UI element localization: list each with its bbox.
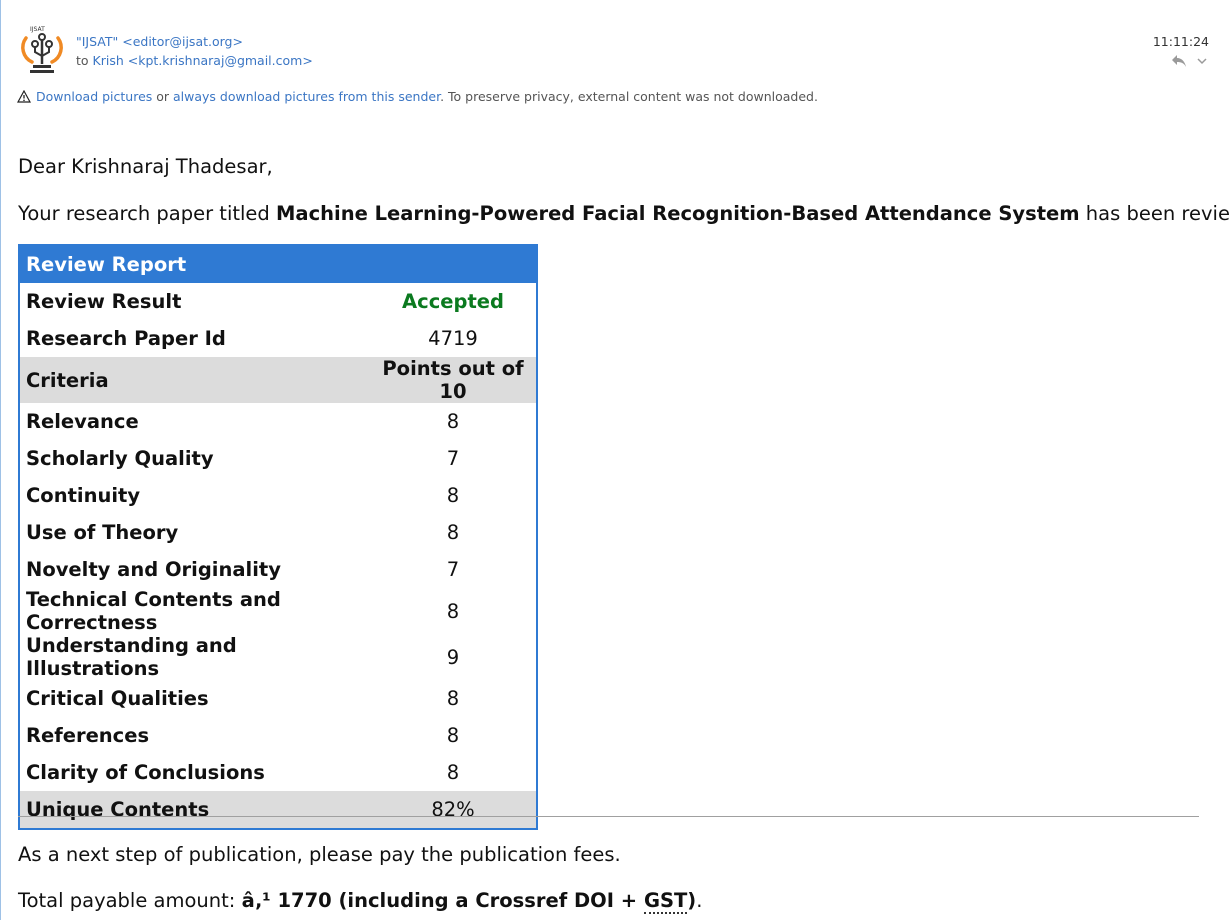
criteria-header-row: Criteria Points out of 10 <box>19 357 537 403</box>
criteria-label: Critical Qualities <box>26 687 209 710</box>
amount-text: â‚¹ 1770 (including a Crossref DOI + <box>241 889 644 912</box>
sender-block: "IJSAT" <editor@ijsat.org> to Krish <kpt… <box>76 32 313 70</box>
criteria-score: 8 <box>446 410 460 433</box>
recipient-address[interactable]: <kpt.krishnaraj@gmail.com> <box>128 53 313 68</box>
recipient-name[interactable]: Krish <box>93 53 124 68</box>
chevron-down-icon[interactable] <box>1197 57 1207 65</box>
criteria-score: 8 <box>446 599 460 623</box>
external-content-notice: Download pictures or always download pic… <box>17 89 818 104</box>
review-result-label: Review Result <box>26 290 182 313</box>
criteria-row: Relevance 8 <box>19 403 537 440</box>
report-title: Review Report <box>19 245 537 283</box>
payable-amount: â‚¹ 1770 (including a Crossref DOI + GST… <box>241 889 697 914</box>
unique-contents-value: 82% <box>370 791 537 829</box>
criteria-score: 9 <box>446 645 460 669</box>
intro-suffix: has been reviewed. <box>1085 202 1229 225</box>
message-time: 11:11:24 <box>1152 34 1209 49</box>
intro-paragraph: Your research paper titled Machine Learn… <box>18 197 1229 230</box>
notice-text: . To preserve privacy, external content … <box>440 89 818 104</box>
criteria-score: 8 <box>446 724 460 747</box>
sender-name[interactable]: "IJSAT" <editor@ijsat.org> <box>76 34 243 49</box>
criteria-label: Relevance <box>26 410 139 433</box>
criteria-score: 8 <box>446 521 460 544</box>
paper-title: Machine Learning-Powered Facial Recognit… <box>276 202 1080 225</box>
criteria-score: 8 <box>446 687 460 710</box>
criteria-label: Understanding and Illustrations <box>26 634 237 680</box>
criteria-score: 7 <box>446 447 460 470</box>
criteria-label: Technical Contents and Correctness <box>26 588 281 634</box>
criteria-label: References <box>26 724 150 747</box>
left-border <box>0 0 1 920</box>
always-download-link[interactable]: always download pictures from this sende… <box>173 89 440 104</box>
review-result-row: Review Result Accepted <box>19 283 537 320</box>
paper-id-row: Research Paper Id 4719 <box>19 320 537 357</box>
message-body: Dear Krishnaraj Thadesar, Your research … <box>18 150 1229 830</box>
criteria-row: Use of Theory 8 <box>19 514 537 551</box>
notice-or: or <box>152 89 174 104</box>
unique-contents-row: Unique Contents 82% <box>19 791 537 829</box>
to-label: to <box>76 53 89 68</box>
criteria-score: 8 <box>446 484 460 507</box>
criteria-row: Scholarly Quality 7 <box>19 440 537 477</box>
criteria-header: Criteria <box>19 357 370 403</box>
criteria-row: Technical Contents and Correctness 8 <box>19 588 537 634</box>
criteria-score: 7 <box>446 558 460 581</box>
download-pictures-link[interactable]: Download pictures <box>36 89 152 104</box>
close-paren: ) <box>687 889 697 912</box>
criteria-row: Novelty and Originality 7 <box>19 551 537 588</box>
criteria-label: Novelty and Originality <box>26 558 281 581</box>
review-report-table: Review Report Review Result Accepted Res… <box>18 244 538 830</box>
criteria-score: 8 <box>446 761 460 784</box>
criteria-row: References 8 <box>19 717 537 754</box>
recipient-line: to Krish <kpt.krishnaraj@gmail.com> <box>76 51 313 70</box>
next-step-text: As a next step of publication, please pa… <box>18 843 621 866</box>
payable-period: . <box>696 889 703 912</box>
review-result-value: Accepted <box>402 290 504 313</box>
criteria-label: Scholarly Quality <box>26 447 214 470</box>
logo-text: IJSAT <box>30 26 45 33</box>
unique-contents-label: Unique Contents <box>19 791 370 829</box>
intro-prefix: Your research paper titled <box>18 202 277 225</box>
message-header: IJSAT "IJSAT" <editor@ijsat.org> to Kris… <box>18 24 1211 84</box>
report-title-row: Review Report <box>19 245 537 283</box>
criteria-row: Critical Qualities 8 <box>19 680 537 717</box>
ijsat-logo-icon: IJSAT <box>21 26 63 73</box>
reply-icon[interactable] <box>1171 54 1187 68</box>
criteria-label: Use of Theory <box>26 521 179 544</box>
greeting: Dear Krishnaraj Thadesar, <box>18 155 273 178</box>
criteria-row: Clarity of Conclusions 8 <box>19 754 537 791</box>
paper-id-value: 4719 <box>428 327 478 350</box>
gst-abbr: GST <box>643 889 688 914</box>
divider <box>18 816 1199 817</box>
warning-icon <box>17 90 31 103</box>
payable-amount-line: Total payable amount: â‚¹ 1770 (includin… <box>18 884 702 917</box>
payable-prefix: Total payable amount: <box>18 889 242 912</box>
criteria-row: Continuity 8 <box>19 477 537 514</box>
criteria-label: Clarity of Conclusions <box>26 761 265 784</box>
paper-id-label: Research Paper Id <box>26 327 226 350</box>
criteria-label: Continuity <box>26 484 141 507</box>
points-header: Points out of 10 <box>370 357 537 403</box>
criteria-row: Understanding and Illustrations 9 <box>19 634 537 680</box>
